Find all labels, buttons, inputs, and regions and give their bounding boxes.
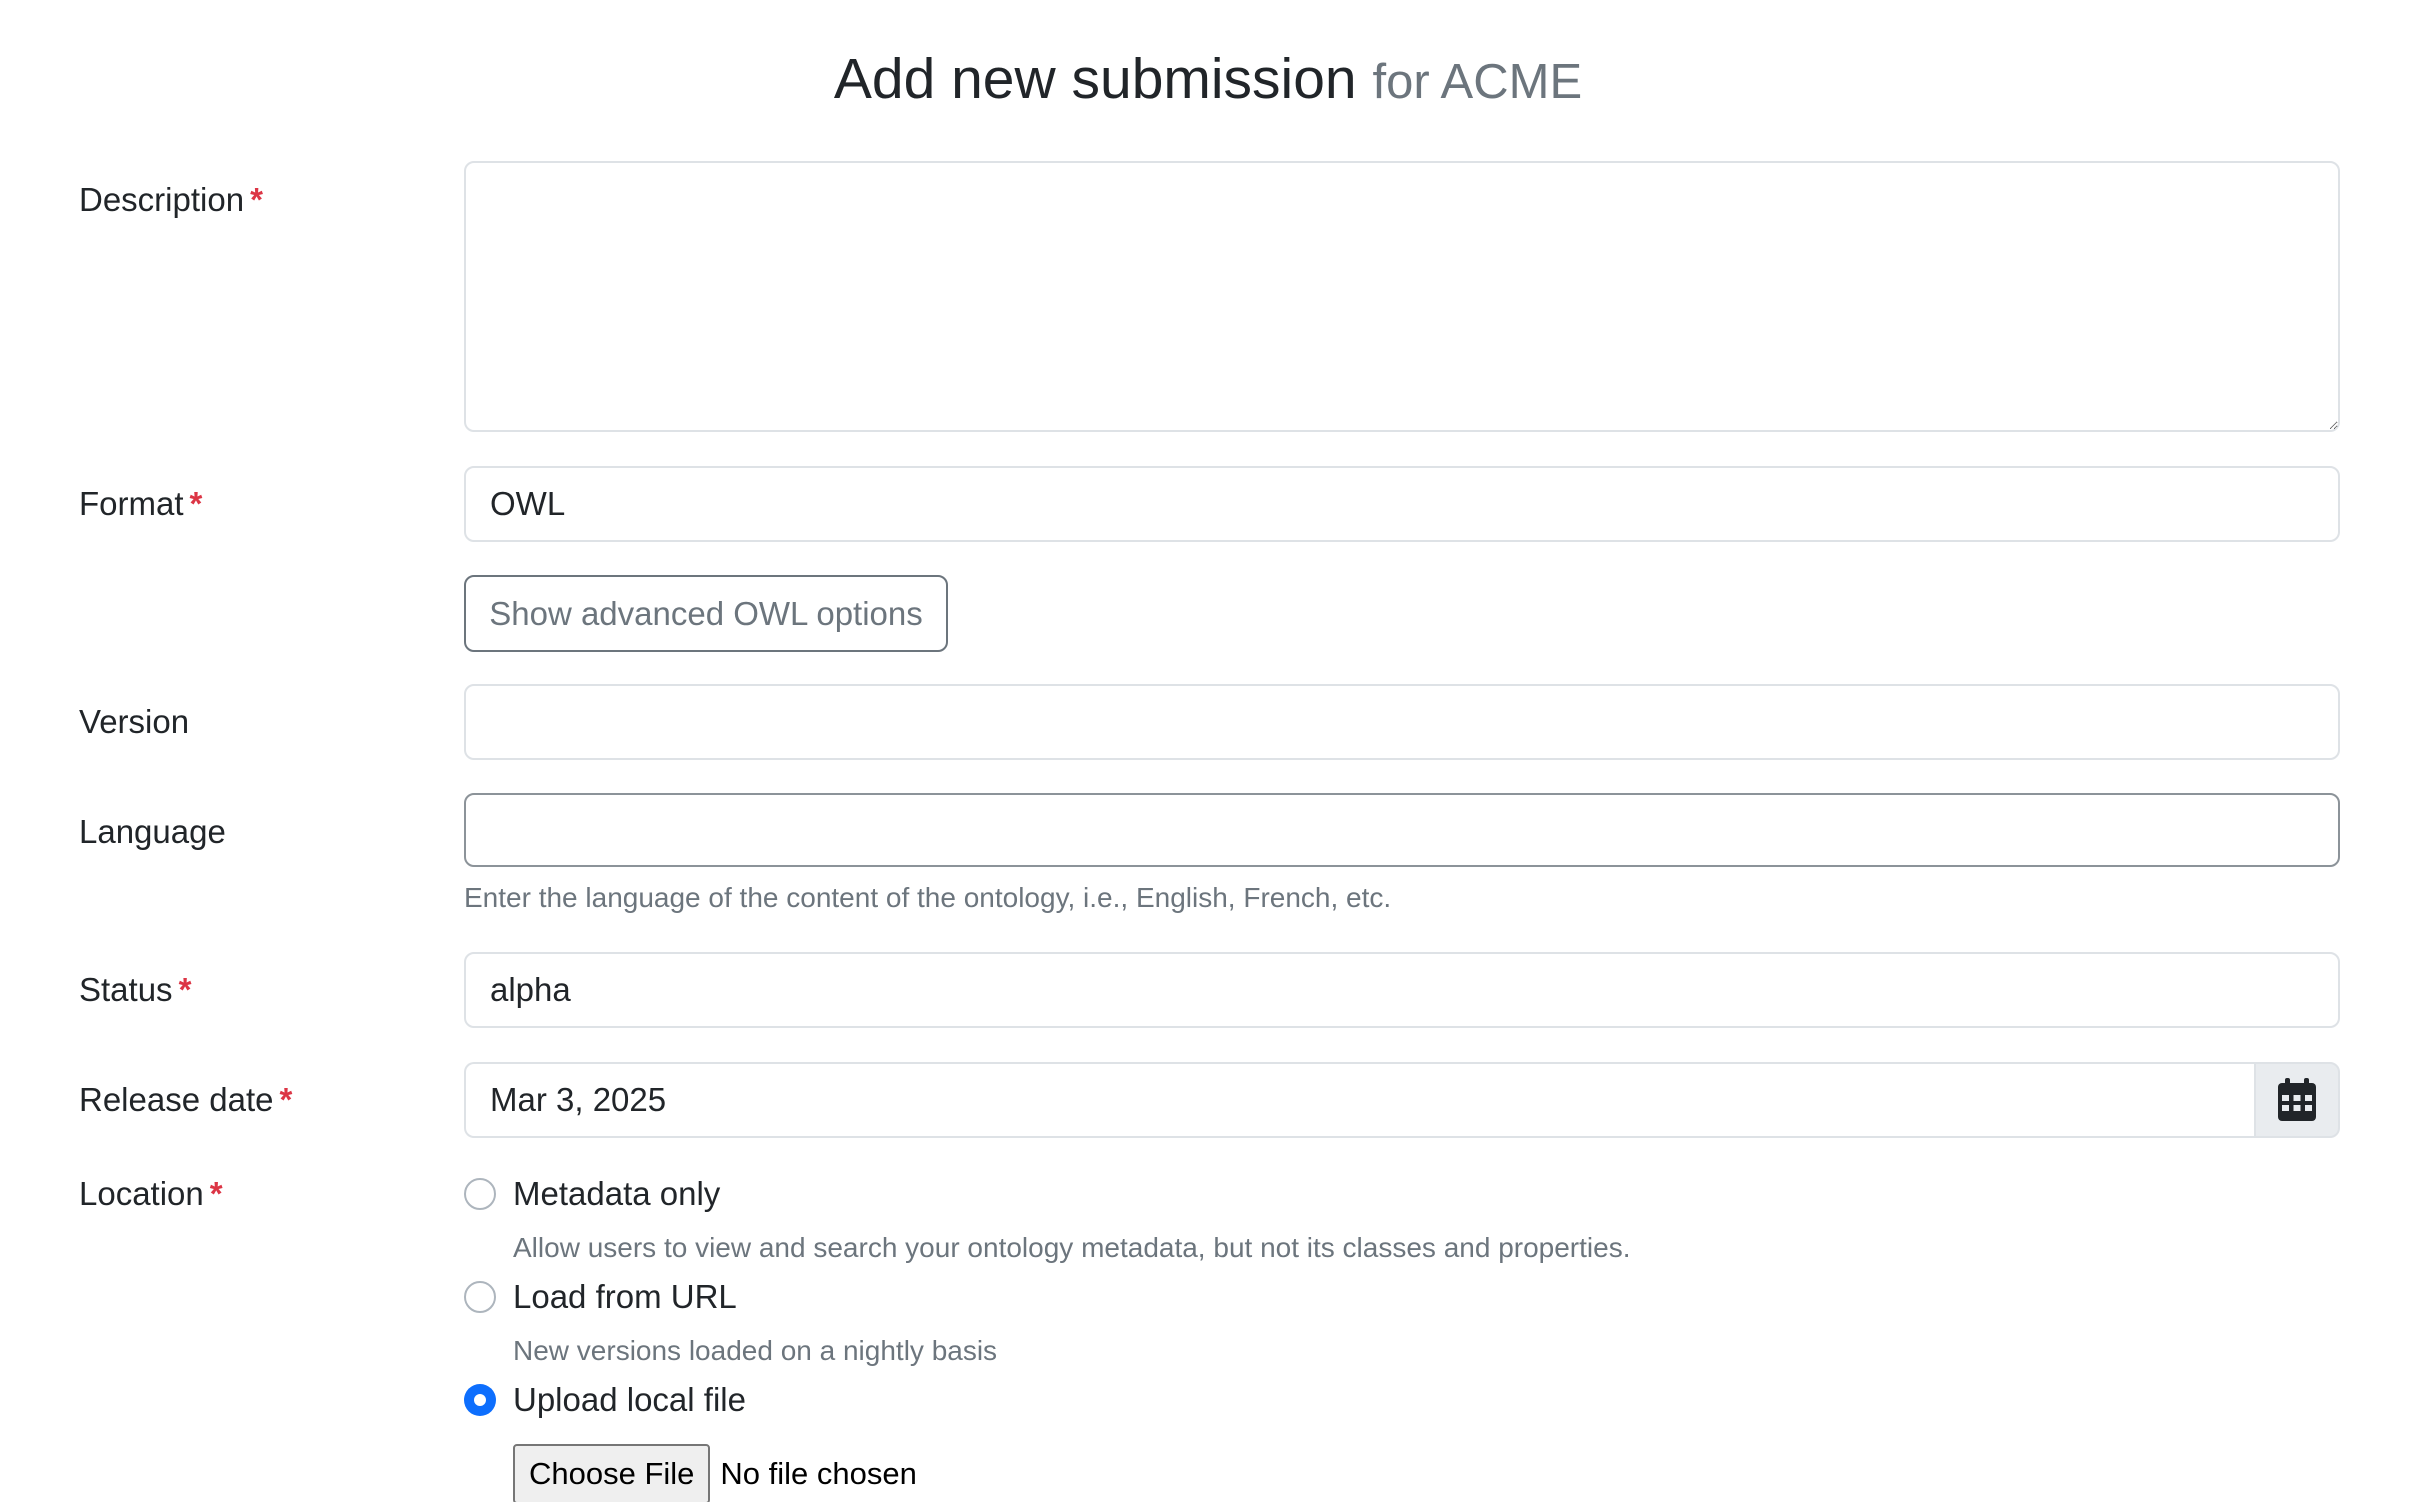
calendar-icon <box>2278 1078 2316 1121</box>
radio-button[interactable] <box>464 1281 496 1313</box>
description-textarea[interactable] <box>464 161 2340 432</box>
page-title-organization: for ACME <box>1372 55 1583 109</box>
radio-button[interactable] <box>464 1178 496 1210</box>
format-select[interactable]: OWL <box>464 466 2340 542</box>
show-advanced-owl-options-button[interactable]: Show advanced OWL options <box>464 575 948 652</box>
status-label: Status * <box>79 968 191 1012</box>
radio-button-checked[interactable] <box>464 1384 496 1416</box>
version-label: Version <box>79 700 189 744</box>
location-label-text: Location <box>79 1175 204 1212</box>
version-label-text: Version <box>79 703 190 740</box>
calendar-button[interactable] <box>2254 1062 2340 1138</box>
required-marker: * <box>189 485 203 522</box>
submission-page: Add new submission for ACME Description *… <box>0 0 2416 1502</box>
description-label: Description * <box>79 178 263 222</box>
location-option-metadata-only[interactable]: Metadata only <box>464 1172 720 1216</box>
choose-file-button[interactable]: Choose File <box>513 1444 711 1502</box>
format-select-value: OWL <box>490 485 566 522</box>
location-option-load-from-url[interactable]: Load from URL <box>464 1275 737 1319</box>
release-date-label: Release date * <box>79 1078 292 1122</box>
release-date-group: Mar 3, 2025 <box>464 1062 2340 1138</box>
version-input[interactable] <box>464 684 2340 760</box>
description-label-text: Description <box>79 181 245 218</box>
format-label: Format * <box>79 482 202 526</box>
location-label: Location * <box>79 1172 223 1216</box>
page-title: Add new submission for ACME <box>0 36 2416 125</box>
format-label-text: Format <box>79 485 184 522</box>
file-status-text: No file chosen <box>720 1456 917 1491</box>
file-upload: Choose File No file chosen <box>513 1443 917 1502</box>
language-input[interactable] <box>464 793 2340 867</box>
release-date-value: Mar 3, 2025 <box>490 1081 667 1118</box>
metadata-only-help-text: Allow users to view and search your onto… <box>513 1232 1631 1263</box>
language-label: Language <box>79 810 226 854</box>
page-title-main: Add new submission <box>833 47 1357 111</box>
status-select[interactable]: alpha <box>464 952 2340 1028</box>
required-marker: * <box>279 1081 293 1118</box>
required-marker: * <box>250 181 263 218</box>
required-marker: * <box>209 1175 223 1212</box>
load-from-url-help-text: New versions loaded on a nightly basis <box>513 1335 998 1366</box>
location-option-label: Metadata only <box>513 1175 721 1212</box>
release-date-input[interactable]: Mar 3, 2025 <box>464 1062 2254 1138</box>
status-label-text: Status <box>79 971 173 1008</box>
language-help-text: Enter the language of the content of the… <box>464 882 1392 913</box>
release-date-label-text: Release date <box>79 1081 274 1118</box>
language-label-text: Language <box>79 813 226 850</box>
required-marker: * <box>178 971 192 1008</box>
location-option-upload-local-file[interactable]: Upload local file <box>464 1378 746 1422</box>
location-option-label: Upload local file <box>513 1381 746 1418</box>
location-option-label: Load from URL <box>513 1278 737 1315</box>
status-select-value: alpha <box>490 971 571 1008</box>
